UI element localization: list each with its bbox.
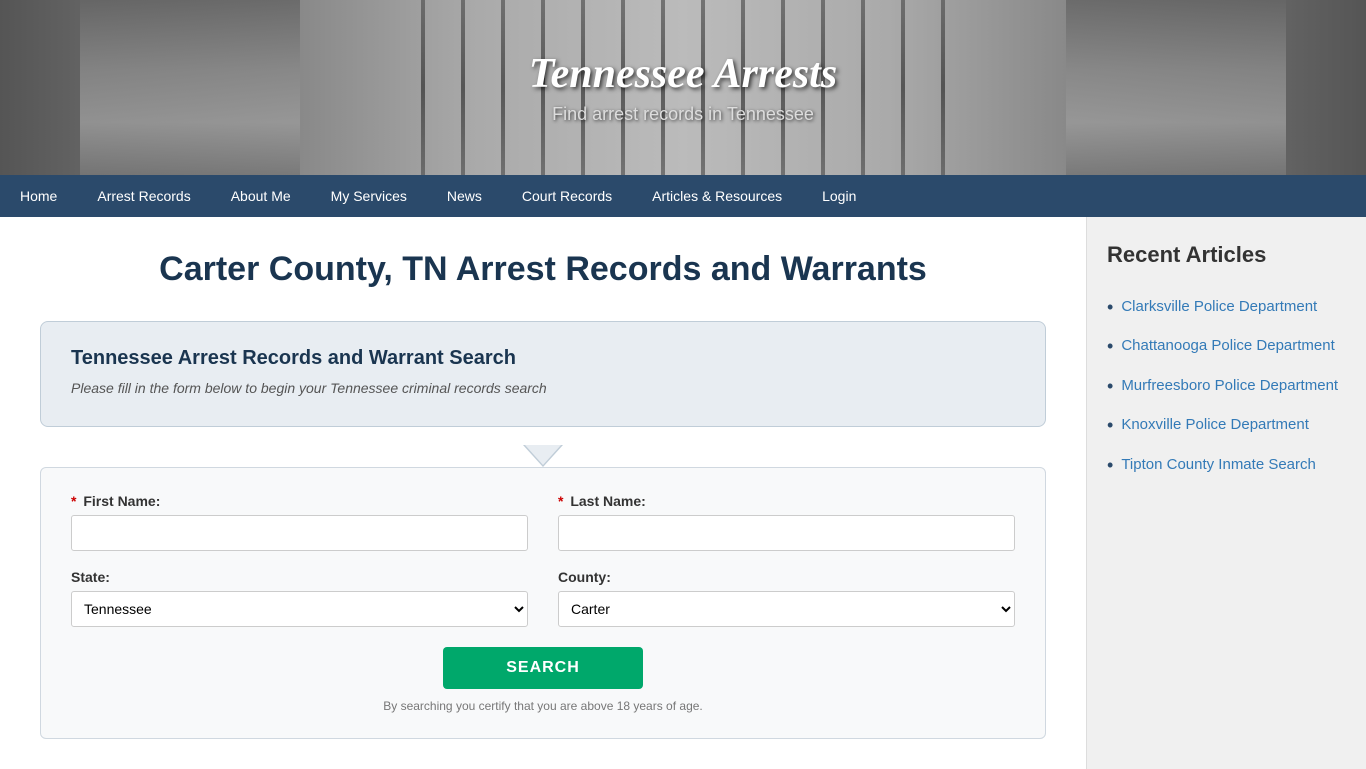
site-header: Tennessee Arrests Find arrest records in… xyxy=(0,0,1366,175)
bullet-icon: • xyxy=(1107,296,1113,319)
main-nav: Home Arrest Records About Me My Services… xyxy=(0,175,1366,217)
content-area: Carter County, TN Arrest Records and War… xyxy=(0,217,1086,769)
list-item: • Murfreesboro Police Department xyxy=(1107,375,1346,398)
county-select[interactable]: Carter Anderson Bedford Davidson Knox Sh… xyxy=(558,591,1015,627)
bullet-icon: • xyxy=(1107,375,1113,398)
site-subtitle: Find arrest records in Tennessee xyxy=(529,104,837,125)
search-info-box: Tennessee Arrest Records and Warrant Sea… xyxy=(40,321,1046,427)
main-container: Carter County, TN Arrest Records and War… xyxy=(0,217,1366,769)
list-item: • Chattanooga Police Department xyxy=(1107,335,1346,358)
county-group: County: Carter Anderson Bedford Davidson… xyxy=(558,569,1015,627)
state-select[interactable]: Tennessee Alabama Georgia Kentucky Virgi… xyxy=(71,591,528,627)
article-link-knoxville[interactable]: Knoxville Police Department xyxy=(1121,414,1309,435)
last-name-group: * Last Name: xyxy=(558,493,1015,551)
search-button[interactable]: SEARCH xyxy=(443,647,643,689)
sidebar: Recent Articles • Clarksville Police Dep… xyxy=(1086,217,1366,769)
list-item: • Clarksville Police Department xyxy=(1107,296,1346,319)
nav-about-me[interactable]: About Me xyxy=(211,175,311,217)
site-title: Tennessee Arrests xyxy=(529,50,837,98)
first-name-input[interactable] xyxy=(71,515,528,551)
arrow-container xyxy=(40,445,1046,467)
article-link-tipton[interactable]: Tipton County Inmate Search xyxy=(1121,454,1316,475)
search-box-subtitle: Please fill in the form below to begin y… xyxy=(71,380,1015,396)
state-group: State: Tennessee Alabama Georgia Kentuck… xyxy=(71,569,528,627)
nav-arrest-records[interactable]: Arrest Records xyxy=(77,175,210,217)
county-label: County: xyxy=(558,569,1015,585)
list-item: • Knoxville Police Department xyxy=(1107,414,1346,437)
last-name-input[interactable] xyxy=(558,515,1015,551)
bullet-icon: • xyxy=(1107,335,1113,358)
recent-articles-list: • Clarksville Police Department • Chatta… xyxy=(1107,296,1346,477)
article-link-chattanooga[interactable]: Chattanooga Police Department xyxy=(1121,335,1334,356)
bullet-icon: • xyxy=(1107,454,1113,477)
location-row: State: Tennessee Alabama Georgia Kentuck… xyxy=(71,569,1015,627)
nav-services[interactable]: My Services xyxy=(311,175,427,217)
first-name-group: * First Name: xyxy=(71,493,528,551)
nav-articles-resources[interactable]: Articles & Resources xyxy=(632,175,802,217)
search-box-title: Tennessee Arrest Records and Warrant Sea… xyxy=(71,347,1015,370)
page-title: Carter County, TN Arrest Records and War… xyxy=(40,247,1046,291)
arrow-down-icon xyxy=(523,445,563,467)
first-name-label: * First Name: xyxy=(71,493,528,509)
article-link-clarksville[interactable]: Clarksville Police Department xyxy=(1121,296,1317,317)
first-name-required: * xyxy=(71,493,76,509)
last-name-label: * Last Name: xyxy=(558,493,1015,509)
search-form-note: By searching you certify that you are ab… xyxy=(71,699,1015,713)
state-label: State: xyxy=(71,569,528,585)
nav-login[interactable]: Login xyxy=(802,175,876,217)
sidebar-title: Recent Articles xyxy=(1107,242,1346,276)
list-item: • Tipton County Inmate Search xyxy=(1107,454,1346,477)
article-link-murfreesboro[interactable]: Murfreesboro Police Department xyxy=(1121,375,1338,396)
name-row: * First Name: * Last Name: xyxy=(71,493,1015,551)
bullet-icon: • xyxy=(1107,414,1113,437)
nav-court-records[interactable]: Court Records xyxy=(502,175,632,217)
search-form-container: * First Name: * Last Name: State: xyxy=(40,467,1046,739)
nav-news[interactable]: News xyxy=(427,175,502,217)
header-text: Tennessee Arrests Find arrest records in… xyxy=(529,50,837,125)
last-name-required: * xyxy=(558,493,563,509)
nav-home[interactable]: Home xyxy=(0,175,77,217)
